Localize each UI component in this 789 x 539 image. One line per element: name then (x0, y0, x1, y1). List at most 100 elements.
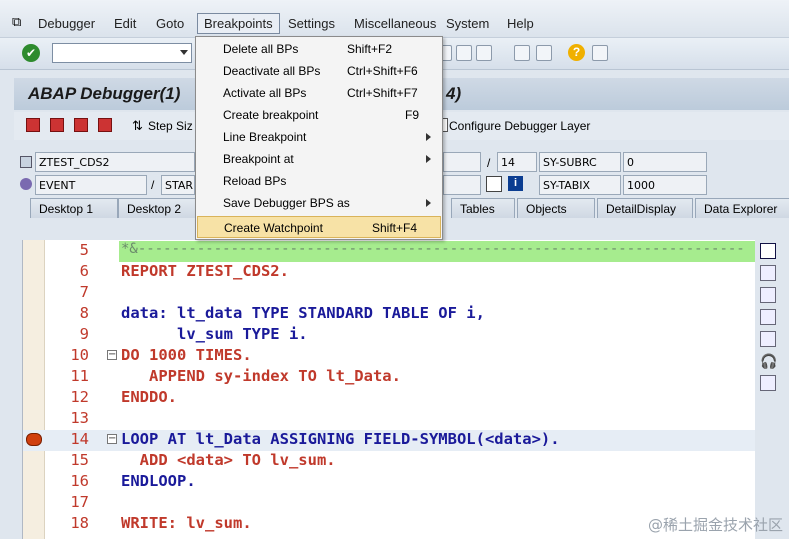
menu-system[interactable]: System (446, 16, 489, 31)
code-text: ADD <data> TO lv_sum. (121, 451, 336, 469)
layout-icon[interactable] (592, 45, 608, 61)
code-text: data: lt_data TYPE STANDARD TABLE OF i, (121, 304, 485, 322)
maximize-icon[interactable] (760, 309, 776, 325)
collapse-icon[interactable]: − (107, 350, 117, 360)
code-line[interactable]: 8 data: lt_data TYPE STANDARD TABLE OF i… (23, 304, 756, 325)
event-icon (20, 178, 32, 190)
sy-tabix-label: SY-TABIX (539, 175, 621, 195)
settings-icon[interactable] (760, 375, 776, 391)
new-tool-icon[interactable] (760, 265, 776, 281)
code-line[interactable]: 16 ENDLOOP. (23, 472, 756, 493)
line-number: 12 (70, 388, 89, 406)
menu-item-delete-all-bps[interactable]: Delete all BPs Shift+F2 (197, 38, 441, 60)
menu-settings[interactable]: Settings (288, 16, 335, 31)
code-text: ENDDO. (121, 388, 177, 406)
menu-bar: ⧉ Debugger Edit Goto Breakpoints Setting… (0, 0, 789, 38)
return-icon[interactable] (74, 118, 88, 132)
menu-help[interactable]: Help (507, 16, 534, 31)
list-icon[interactable] (486, 176, 502, 192)
program-field[interactable]: ZTEST_CDS2 (35, 152, 195, 172)
code-text: *&--------------------------------------… (121, 241, 745, 257)
menu-item-save-debugger-bps-as[interactable]: Save Debugger BPS as (197, 192, 441, 214)
step-size-icon[interactable]: ⇅ (132, 118, 143, 134)
continue-icon[interactable] (98, 118, 112, 132)
sy-tabix-value[interactable]: 1000 (623, 175, 707, 195)
menu-goto[interactable]: Goto (156, 16, 184, 31)
program-field-right[interactable] (443, 152, 481, 172)
help-icon[interactable]: ? (568, 44, 585, 61)
menu-item-create-breakpoint[interactable]: Create breakpoint F9 (197, 104, 441, 126)
create-session-icon[interactable] (514, 45, 530, 61)
tab-desktop-1[interactable]: Desktop 1 (30, 198, 118, 218)
chevron-down-icon[interactable] (180, 50, 188, 55)
find-next-icon[interactable] (476, 45, 492, 61)
code-line[interactable]: 12 ENDDO. (23, 388, 756, 409)
swap-tool-icon[interactable] (760, 287, 776, 303)
breakpoint-icon[interactable] (26, 433, 42, 446)
watermark: @稀土掘金技术社区 (647, 516, 783, 534)
close-icon[interactable] (760, 243, 776, 259)
menu-edit[interactable]: Edit (114, 16, 136, 31)
page-title-suffix: 4) (446, 84, 462, 103)
configure-debugger-layer-button[interactable]: Configure Debugger Layer (449, 119, 590, 133)
code-line[interactable]: 13 (23, 409, 756, 430)
tab-objects[interactable]: Objects (517, 198, 595, 218)
submenu-arrow-icon (426, 133, 431, 141)
line-number: 10 (70, 346, 89, 364)
line-number-field[interactable]: 14 (497, 152, 537, 172)
menu-item-line-breakpoint[interactable]: Line Breakpoint (197, 126, 441, 148)
sy-subrc-value[interactable]: 0 (623, 152, 707, 172)
menu-item-breakpoint-at[interactable]: Breakpoint at (197, 148, 441, 170)
code-line[interactable]: 17 (23, 493, 756, 514)
menu-item-deactivate-all-bps[interactable]: Deactivate all BPs Ctrl+Shift+F6 (197, 60, 441, 82)
code-text: DO 1000 TIMES. (121, 346, 252, 364)
menu-item-reload-bps[interactable]: Reload BPs (197, 170, 441, 192)
event-name-field[interactable]: STAR (161, 175, 195, 195)
tab-data-explorer[interactable]: Data Explorer (695, 198, 789, 218)
line-number: 14 (70, 430, 89, 448)
submenu-arrow-icon (426, 155, 431, 163)
code-line[interactable]: 10 − DO 1000 TIMES. (23, 346, 756, 367)
source-code-editor[interactable]: 5 *&------------------------------------… (22, 240, 756, 539)
code-line[interactable]: 15 ADD <data> TO lv_sum. (23, 451, 756, 472)
collapse-icon[interactable]: − (107, 434, 117, 444)
menu-item-activate-all-bps[interactable]: Activate all BPs Ctrl+Shift+F7 (197, 82, 441, 104)
menu-debugger[interactable]: Debugger (38, 16, 95, 31)
submenu-arrow-icon (426, 199, 431, 207)
event-field-right[interactable] (443, 175, 481, 195)
code-line[interactable]: 7 (23, 283, 756, 304)
line-number: 11 (70, 367, 89, 385)
code-line[interactable]: 5 *&------------------------------------… (23, 241, 756, 262)
system-menu-icon[interactable]: ⧉ (12, 14, 21, 30)
tab-desktop-2[interactable]: Desktop 2 (118, 198, 206, 218)
code-text: REPORT ZTEST_CDS2. (121, 262, 289, 280)
find-icon[interactable] (456, 45, 472, 61)
code-line[interactable]: 9 lv_sum TYPE i. (23, 325, 756, 346)
single-step-icon[interactable] (26, 118, 40, 132)
tab-tables[interactable]: Tables (451, 198, 515, 218)
enter-icon[interactable]: ✔ (22, 44, 40, 62)
code-line[interactable]: 18 WRITE: lv_sum. (23, 514, 756, 535)
line-number: 18 (70, 514, 89, 532)
tab-detaildisplay[interactable]: DetailDisplay (597, 198, 693, 218)
menu-breakpoints[interactable]: Breakpoints (197, 13, 280, 34)
current-code-line[interactable]: 14 − LOOP AT lt_Data ASSIGNING FIELD-SYM… (23, 430, 756, 451)
info-icon[interactable]: i (508, 176, 523, 191)
step-size-button[interactable]: Step Siz (148, 119, 193, 133)
line-number: 17 (70, 493, 89, 511)
menu-item-create-watchpoint[interactable]: Create Watchpoint Shift+F4 (197, 216, 441, 238)
command-field[interactable] (52, 43, 192, 63)
breakpoints-dropdown-menu: Delete all BPs Shift+F2 Deactivate all BP… (195, 36, 443, 240)
menu-miscellaneous[interactable]: Miscellaneous (354, 16, 436, 31)
execute-icon[interactable] (50, 118, 64, 132)
event-type-field[interactable]: EVENT (35, 175, 147, 195)
shortcut-icon[interactable] (536, 45, 552, 61)
program-icon (20, 156, 32, 168)
resize-icon[interactable] (760, 331, 776, 347)
code-line[interactable]: 6 REPORT ZTEST_CDS2. (23, 262, 756, 283)
headset-icon[interactable]: 🎧 (760, 353, 777, 369)
code-line[interactable]: 11 APPEND sy-index TO lt_Data. (23, 367, 756, 388)
code-text: ENDLOOP. (121, 472, 196, 490)
code-text: WRITE: lv_sum. (121, 514, 252, 532)
editor-side-toolbar: 🎧 (755, 240, 789, 539)
